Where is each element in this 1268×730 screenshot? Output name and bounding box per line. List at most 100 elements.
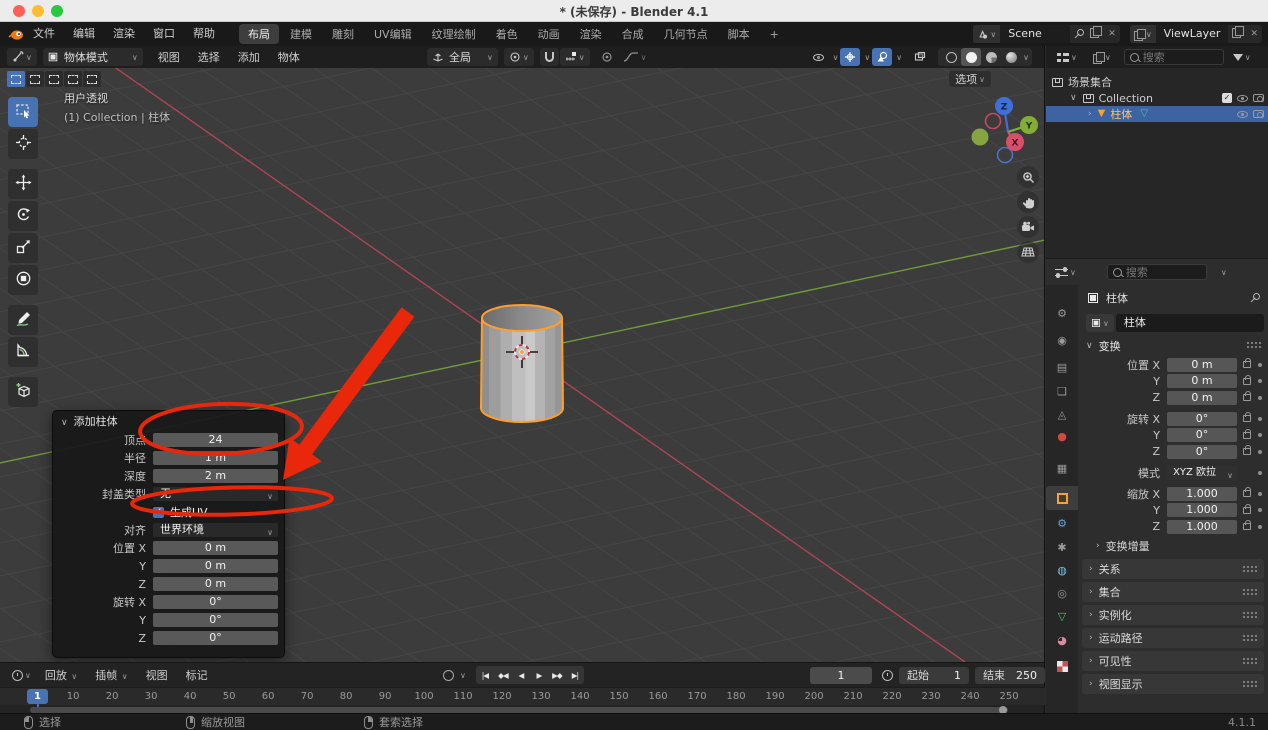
- orthographic-toggle-button[interactable]: [1017, 241, 1039, 263]
- properties-search-input[interactable]: 搜索: [1107, 264, 1207, 280]
- show-overlays-toggle[interactable]: [872, 48, 892, 66]
- panel-grip-icon[interactable]: [1242, 680, 1258, 688]
- view-layer-icon[interactable]: ∨: [1130, 25, 1156, 43]
- snap-toggle[interactable]: [540, 48, 559, 66]
- lock-icon[interactable]: [1243, 394, 1251, 401]
- properties-section-视图显示[interactable]: ›视图显示: [1082, 674, 1264, 694]
- proportional-falloff-selector[interactable]: ∨: [618, 48, 652, 66]
- previous-keyframe-button[interactable]: ◆◀: [494, 666, 512, 684]
- outliner-search-input[interactable]: 搜索: [1124, 49, 1224, 65]
- operator-field-顶点[interactable]: 24: [153, 433, 278, 447]
- outliner-item-name[interactable]: 柱体: [1110, 106, 1132, 122]
- workspace-tab-纹理绘制[interactable]: 纹理绘制: [423, 24, 485, 44]
- properties-tab-data[interactable]: ▽: [1046, 604, 1078, 628]
- properties-tab-material[interactable]: ◕: [1046, 628, 1078, 652]
- operator-field-半径[interactable]: 1 m: [153, 451, 278, 465]
- current-frame-field[interactable]: 1: [810, 667, 872, 684]
- pan-view-button[interactable]: [1017, 191, 1039, 213]
- menubar-menu-窗口[interactable]: 窗口: [144, 22, 184, 46]
- gizmo-neg-y-ball[interactable]: [972, 129, 989, 146]
- frame-end-field[interactable]: 结束250: [975, 667, 1045, 684]
- operator-dropdown-封盖类型[interactable]: 无∨: [153, 487, 278, 501]
- frame-start-field[interactable]: 起始1: [899, 667, 969, 684]
- viewport-options-button[interactable]: 选项∨: [949, 71, 991, 87]
- transform-value-field[interactable]: 0 m: [1167, 358, 1237, 372]
- lock-icon[interactable]: [1243, 507, 1251, 514]
- panel-grip-icon[interactable]: [1246, 341, 1262, 349]
- select-mode-subtract-button[interactable]: [45, 71, 63, 87]
- animate-property-dot[interactable]: [1258, 450, 1262, 454]
- tool-scale-button[interactable]: [8, 233, 38, 263]
- properties-section-关系[interactable]: ›关系: [1082, 559, 1264, 579]
- jump-to-end-button[interactable]: ▶|: [566, 666, 584, 684]
- lock-icon[interactable]: [1243, 378, 1251, 385]
- properties-tab-particles[interactable]: ✱: [1046, 535, 1078, 559]
- mode-selector[interactable]: 物体模式 ∨: [43, 48, 143, 66]
- animate-property-dot[interactable]: [1258, 363, 1262, 367]
- tool-box-select-button[interactable]: [8, 97, 38, 127]
- properties-tab-texture[interactable]: [1046, 654, 1078, 678]
- tool-measure-button[interactable]: [8, 337, 38, 367]
- shading-wireframe-button[interactable]: [941, 48, 961, 66]
- workspace-tab-脚本[interactable]: 脚本: [719, 24, 759, 44]
- properties-options-icon[interactable]: ∨: [1221, 268, 1227, 277]
- animate-property-dot[interactable]: [1258, 508, 1262, 512]
- add-workspace-button[interactable]: +: [761, 26, 788, 43]
- timeline-ruler[interactable]: 1 10203040506070809010011012013014015016…: [0, 687, 1045, 705]
- delta-transform-header[interactable]: ›变换增量: [1078, 536, 1268, 556]
- operator-panel-header[interactable]: ∨添加柱体: [53, 411, 284, 433]
- select-mode-set-button[interactable]: [7, 71, 25, 87]
- operator-panel-add-cylinder[interactable]: ∨添加柱体 顶点24半径1 m深度2 m封盖类型无∨✓生成UV对齐世界环境∨位置…: [52, 410, 285, 658]
- select-mode-extend-button[interactable]: [26, 71, 44, 87]
- lock-icon[interactable]: [1243, 490, 1251, 497]
- select-mode-intersect-button[interactable]: [83, 71, 101, 87]
- workspace-tab-建模[interactable]: 建模: [281, 24, 321, 44]
- transform-value-field[interactable]: 1.000: [1167, 503, 1237, 517]
- select-mode-invert-button[interactable]: [64, 71, 82, 87]
- operator-field-Z[interactable]: 0°: [153, 631, 278, 645]
- rotation-mode-dropdown[interactable]: XYZ 欧拉∨: [1167, 466, 1237, 480]
- properties-section-实例化[interactable]: ›实例化: [1082, 605, 1264, 625]
- workspace-tab-雕刻[interactable]: 雕刻: [323, 24, 363, 44]
- tool-transform-button[interactable]: [8, 265, 38, 295]
- operator-field-Z[interactable]: 0 m: [153, 577, 278, 591]
- show-gizmo-toggle[interactable]: [840, 48, 860, 66]
- properties-section-集合[interactable]: ›集合: [1082, 582, 1264, 602]
- next-keyframe-button[interactable]: ▶◆: [548, 666, 566, 684]
- properties-tab-object[interactable]: [1046, 486, 1078, 510]
- tool-add-cube-button[interactable]: [8, 377, 38, 407]
- show-visibility-toggle[interactable]: [809, 48, 829, 66]
- timeline-editor-type-button[interactable]: ∨: [7, 666, 36, 684]
- add-view-layer-button[interactable]: [1228, 25, 1246, 43]
- transform-value-field[interactable]: 0°: [1167, 412, 1237, 426]
- transform-value-field[interactable]: 1.000: [1167, 487, 1237, 501]
- properties-tab-render[interactable]: ◉: [1046, 328, 1078, 352]
- properties-section-运动路径[interactable]: ›运动路径: [1082, 628, 1264, 648]
- scene-icon[interactable]: ∨: [973, 25, 1000, 43]
- outliner-item-name[interactable]: Collection: [1099, 92, 1153, 105]
- breadcrumb-object-name[interactable]: 柱体: [1106, 290, 1128, 306]
- timeline-menu-标记[interactable]: 标记: [177, 667, 217, 683]
- outliner-display-mode-button[interactable]: ∨: [1052, 48, 1082, 66]
- properties-tab-collection[interactable]: ▦: [1046, 456, 1078, 480]
- menubar-menu-编辑[interactable]: 编辑: [64, 22, 104, 46]
- panel-grip-icon[interactable]: [1242, 611, 1258, 619]
- hide-in-viewport-icon[interactable]: [1237, 111, 1248, 118]
- operator-field-Y[interactable]: 0°: [153, 613, 278, 627]
- operator-field-深度[interactable]: 2 m: [153, 469, 278, 483]
- transform-value-field[interactable]: 0 m: [1167, 374, 1237, 388]
- properties-tab-view-layer[interactable]: ❏: [1046, 379, 1078, 403]
- shading-solid-button[interactable]: [961, 48, 981, 66]
- play-button[interactable]: ▶: [530, 666, 548, 684]
- animate-property-dot[interactable]: [1258, 396, 1262, 400]
- jump-to-start-button[interactable]: |◀: [476, 666, 494, 684]
- lock-icon[interactable]: [1243, 448, 1251, 455]
- operator-field-旋转 X[interactable]: 0°: [153, 595, 278, 609]
- properties-editor-type-button[interactable]: ∨: [1050, 263, 1081, 281]
- timeline-menu-插帧[interactable]: 插帧 ∨: [86, 667, 136, 683]
- transform-value-field[interactable]: 1.000: [1167, 520, 1237, 534]
- properties-tab-world[interactable]: ●: [1046, 424, 1078, 448]
- duplicate-scene-button[interactable]: [1086, 25, 1104, 43]
- workspace-tab-合成[interactable]: 合成: [613, 24, 653, 44]
- properties-tab-tool[interactable]: ⚙: [1046, 301, 1078, 325]
